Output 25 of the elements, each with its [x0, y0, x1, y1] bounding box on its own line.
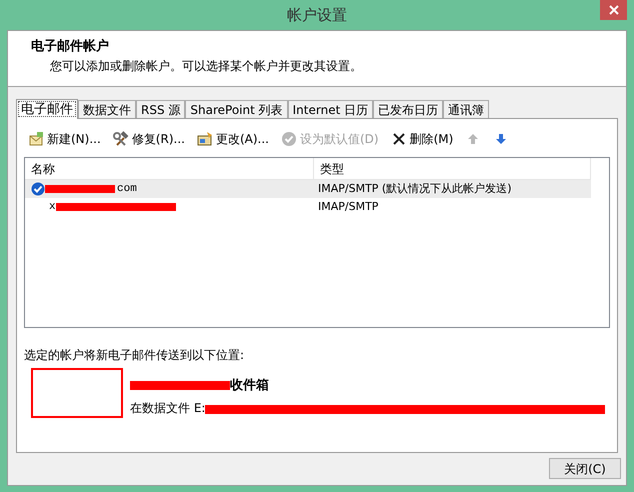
toolbar-button[interactable]: 更改(A)...	[194, 130, 271, 148]
tab[interactable]: 通讯簿	[443, 100, 490, 118]
close-dialog-button[interactable]: 关闭(C)	[549, 458, 621, 479]
column-header[interactable]: 类型	[314, 158, 591, 179]
account-row[interactable]: com IMAP/SMTP (默认情况下从此帐户发送)	[25, 180, 591, 198]
window-title: 帐户设置	[287, 4, 347, 26]
header-title: 电子邮件帐户	[31, 38, 110, 56]
delivery-label: 选定的帐户将新电子邮件传送到以下位置:	[24, 347, 246, 364]
account-type: IMAP/SMTP (默认情况下从此帐户发送)	[317, 180, 512, 197]
account-type: IMAP/SMTP	[317, 198, 378, 215]
folder-name: 收件箱	[230, 377, 269, 395]
account-name: x	[49, 200, 56, 215]
tab[interactable]: RSS 源	[136, 100, 186, 118]
toolbar-button[interactable]: 删除(M)	[388, 130, 456, 148]
tab[interactable]: 数据文件	[78, 100, 136, 118]
header-description: 您可以添加或删除帐户。可以选择某个帐户并更改其设置。	[49, 58, 363, 74]
tab[interactable]: Internet 日历	[288, 100, 374, 118]
tab[interactable]: 已发布日历	[373, 100, 444, 118]
column-header[interactable]: 名称	[25, 158, 314, 179]
tab[interactable]: SharePoint 列表	[185, 100, 288, 118]
account-name: com	[117, 182, 137, 197]
toolbar-button[interactable]: 新建(N)...	[26, 130, 103, 148]
data-file-path: 在数据文件 E:	[130, 400, 206, 416]
toolbar-button[interactable]: 修复(R)...	[110, 130, 187, 148]
tab[interactable]: 电子邮件	[16, 99, 78, 119]
